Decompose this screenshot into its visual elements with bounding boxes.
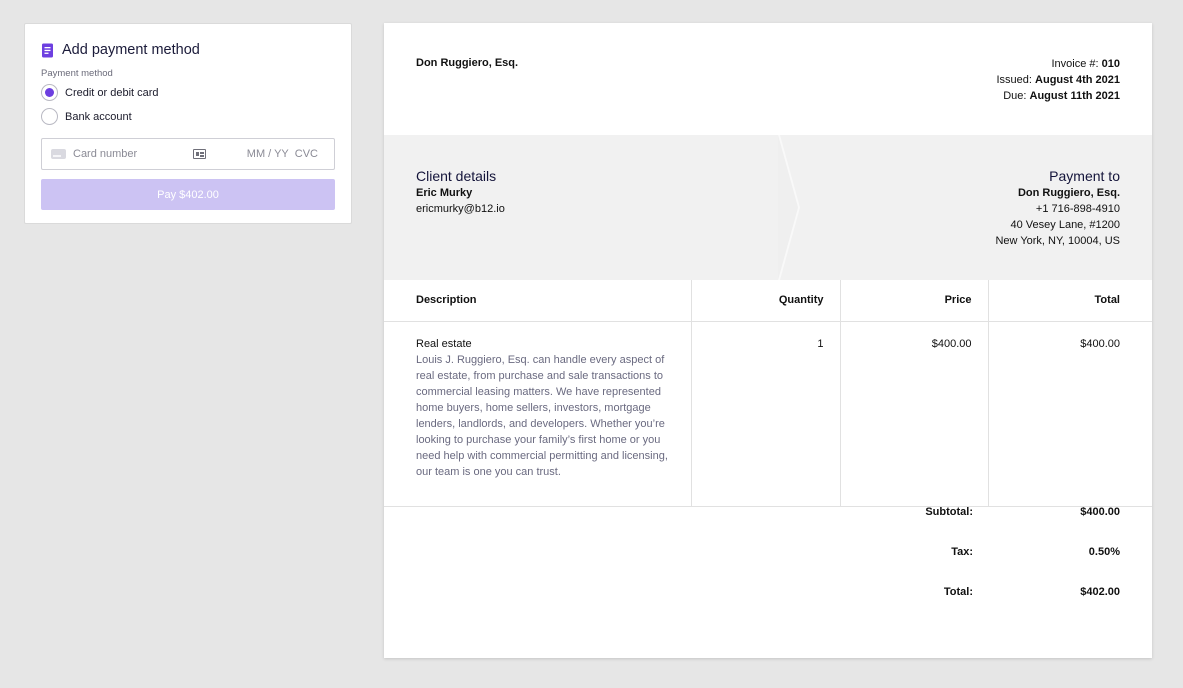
option-credit-card[interactable]: Credit or debit card [41,82,335,103]
col-price: Price [840,280,989,322]
invoice: Don Ruggiero, Esq. Invoice #: 010 Issued… [384,23,1152,658]
invoice-meta: Invoice #: 010 Issued: August 4th 2021 D… [997,56,1121,104]
cvc-field[interactable]: CVC [295,148,318,160]
card-number-field[interactable]: Card number [73,148,193,160]
item-price: $400.00 [840,321,989,507]
invoice-number-line: Invoice #: 010 [997,56,1120,72]
tax-row: Tax: 0.50% [720,546,1120,586]
invoice-number-label: Invoice #: [1051,58,1099,70]
due-date: August 11th 2021 [1029,90,1120,102]
credit-card-icon [51,149,66,159]
item-description: Louis J. Ruggiero, Esq. can handle every… [416,353,668,478]
subtotal-label: Subtotal: [925,506,973,518]
id-card-icon [193,149,206,159]
due-label: Due: [1003,90,1027,102]
option-bank-account[interactable]: Bank account [41,106,335,127]
subtotal-value: $400.00 [1080,506,1120,518]
payto-address-line1: 40 Vesey Lane, #1200 [1010,219,1120,231]
tax-value: 0.50% [1088,546,1120,558]
col-description: Description [384,280,692,322]
pay-button[interactable]: Pay $402.00 [41,179,335,210]
chevron-divider [778,135,800,280]
sender-name: Don Ruggiero, Esq. [416,57,519,69]
subtotal-row: Subtotal: $400.00 [720,506,1120,546]
client-name: Eric Murky [416,187,473,199]
col-total: Total [988,280,1152,322]
payment-method-panel: Add payment method Payment method Credit… [24,23,352,224]
item-quantity: 1 [691,321,841,507]
item-description-cell: Real estate Louis J. Ruggiero, Esq. can … [384,321,692,507]
payment-method-label: Payment method [41,68,113,79]
bank-account-label[interactable]: Bank account [65,111,132,123]
issued-label: Issued: [996,74,1032,86]
total-value: $402.00 [1080,586,1120,598]
client-details: Client details Eric Murky ericmurky@b12.… [416,168,505,217]
item-name: Real estate [416,337,472,350]
payto-address-line2: New York, NY, 10004, US [995,235,1120,247]
table-row: Real estate Louis J. Ruggiero, Esq. can … [384,321,1152,507]
totals-section: Subtotal: $400.00 Tax: 0.50% Total: $402… [720,506,1120,626]
col-quantity: Quantity [691,280,841,322]
parties-band: Client details Eric Murky ericmurky@b12.… [384,135,1152,280]
issued-date: August 4th 2021 [1035,74,1120,86]
due-line: Due: August 11th 2021 [997,88,1120,104]
total-row: Total: $402.00 [720,586,1120,626]
invoice-header: Don Ruggiero, Esq. Invoice #: 010 Issued… [384,23,1152,135]
bank-account-radio[interactable] [41,108,58,125]
invoice-number: 010 [1101,58,1120,70]
tax-label: Tax: [951,546,973,558]
client-heading: Client details [416,168,497,184]
payment-to: Payment to Don Ruggiero, Esq. +1 716-898… [995,168,1120,249]
total-label: Total: [943,586,973,598]
payto-phone: +1 716-898-4910 [1035,203,1120,215]
payment-title-row: Add payment method [41,41,335,59]
client-email: ericmurky@b12.io [416,203,505,215]
credit-card-label[interactable]: Credit or debit card [65,87,159,99]
card-details-input[interactable]: Card number MM / YY CVC [41,138,335,170]
credit-card-radio[interactable] [41,84,58,101]
document-icon [41,43,54,58]
issued-line: Issued: August 4th 2021 [997,72,1121,88]
payment-title: Add payment method [62,42,200,58]
line-items-table: Description Quantity Price Total Real es… [384,280,1152,507]
payto-name: Don Ruggiero, Esq. [1017,187,1120,199]
expiry-field[interactable]: MM / YY [247,148,289,160]
item-total: $400.00 [988,321,1152,507]
table-header-row: Description Quantity Price Total [384,280,1152,322]
payto-heading: Payment to [1049,168,1120,184]
